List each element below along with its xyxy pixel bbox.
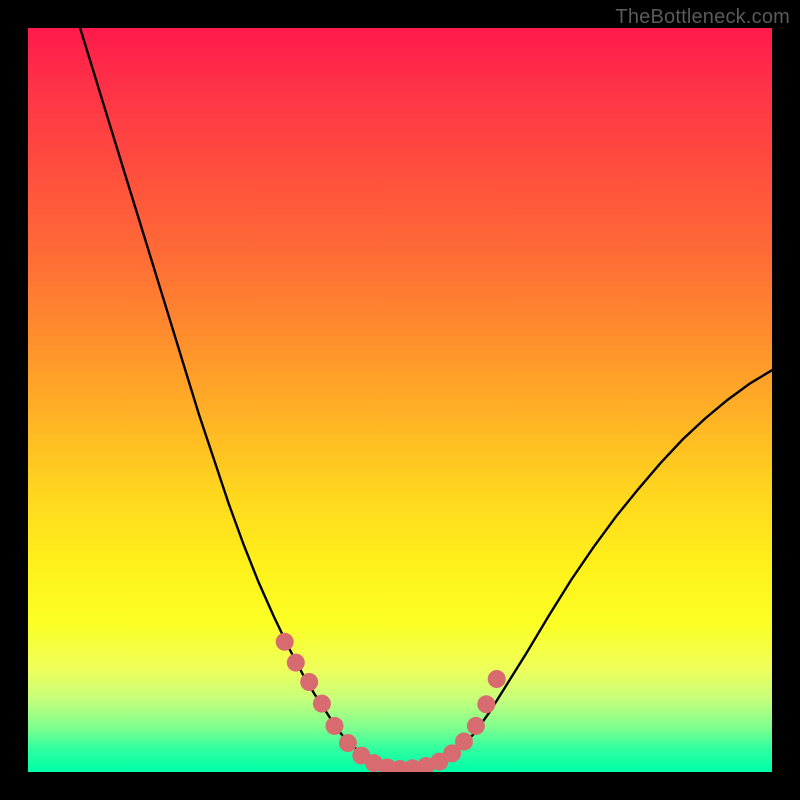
watermark-label: TheBottleneck.com	[615, 6, 790, 29]
curve-marker	[300, 673, 318, 691]
curve-marker	[467, 717, 485, 735]
curve-layer	[28, 28, 772, 772]
curve-marker	[276, 633, 294, 651]
curve-marker	[488, 670, 506, 688]
curve-marker	[339, 734, 357, 752]
curve-marker	[455, 733, 473, 751]
curve-marker	[326, 717, 344, 735]
chart-stage: TheBottleneck.com	[0, 0, 800, 800]
curve-marker	[313, 695, 331, 713]
bottleneck-curve	[80, 28, 772, 769]
plot-area	[28, 28, 772, 772]
curve-marker	[477, 695, 495, 713]
curve-markers	[276, 633, 506, 772]
curve-marker	[287, 654, 305, 672]
